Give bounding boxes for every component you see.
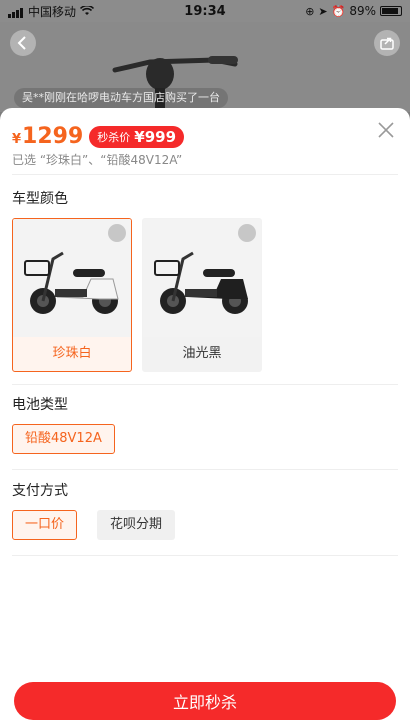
chevron-left-icon bbox=[17, 36, 26, 50]
divider bbox=[12, 174, 398, 175]
battery-section-title: 电池类型 bbox=[12, 397, 68, 413]
selected-summary: 已选 “珍珠白”、“铅酸48V12A” bbox=[12, 153, 183, 167]
location-icon: ➤ bbox=[318, 4, 328, 18]
expand-icon[interactable] bbox=[238, 224, 256, 242]
battery-option-lead-acid[interactable]: 铅酸48V12A bbox=[12, 424, 115, 454]
color-option-label: 油光黑 bbox=[182, 346, 222, 361]
divider bbox=[12, 384, 398, 385]
wifi-icon bbox=[80, 6, 95, 15]
color-section-title: 车型颜色 bbox=[12, 191, 68, 207]
price-value: 1299 bbox=[22, 124, 84, 149]
battery-icon bbox=[380, 6, 402, 16]
payment-option-installment[interactable]: 花呗分期 bbox=[97, 510, 176, 540]
status-bar: 中国移动 19:34 ⊕ ➤ ⏰ 89% bbox=[0, 0, 410, 22]
color-option-label: 珍珠白 bbox=[52, 346, 92, 361]
original-price: ¥1299 bbox=[12, 124, 83, 149]
buy-now-button[interactable]: 立即秒杀 bbox=[14, 682, 396, 720]
expand-icon[interactable] bbox=[108, 224, 126, 242]
seckill-badge: 秒杀价 ¥999 bbox=[89, 125, 185, 148]
lock-rotation-icon: ⊕ bbox=[305, 4, 315, 18]
seckill-price: ¥999 bbox=[134, 127, 177, 146]
close-icon[interactable] bbox=[376, 120, 396, 140]
sku-sheet: ¥1299 秒杀价 ¥999 已选 “珍珠白”、“铅酸48V12A” 车型颜色 … bbox=[0, 108, 410, 728]
alarm-icon: ⏰ bbox=[331, 4, 346, 18]
share-button[interactable] bbox=[374, 30, 400, 56]
battery-percent: 89% bbox=[349, 4, 376, 18]
share-icon bbox=[380, 37, 394, 50]
payment-section-title: 支付方式 bbox=[12, 483, 68, 499]
color-option-pearl-white[interactable]: 珍珠白 bbox=[12, 218, 132, 372]
purchase-ticker: 吴**刚刚在哈啰电动车方国店购买了一台 bbox=[14, 88, 228, 108]
carrier-label: 中国移动 bbox=[28, 4, 77, 19]
divider bbox=[12, 469, 398, 470]
currency-symbol: ¥ bbox=[12, 132, 22, 147]
signal-icon bbox=[8, 4, 24, 18]
status-left: 中国移动 bbox=[8, 3, 95, 20]
payment-option-full-price[interactable]: 一口价 bbox=[12, 510, 78, 540]
price-row: ¥1299 秒杀价 ¥999 bbox=[12, 124, 185, 149]
seckill-label: 秒杀价 bbox=[97, 130, 131, 144]
status-right: ⊕ ➤ ⏰ 89% bbox=[305, 4, 402, 18]
color-option-glossy-black[interactable]: 油光黑 bbox=[142, 218, 262, 372]
back-button[interactable] bbox=[10, 30, 36, 56]
divider bbox=[12, 555, 398, 556]
